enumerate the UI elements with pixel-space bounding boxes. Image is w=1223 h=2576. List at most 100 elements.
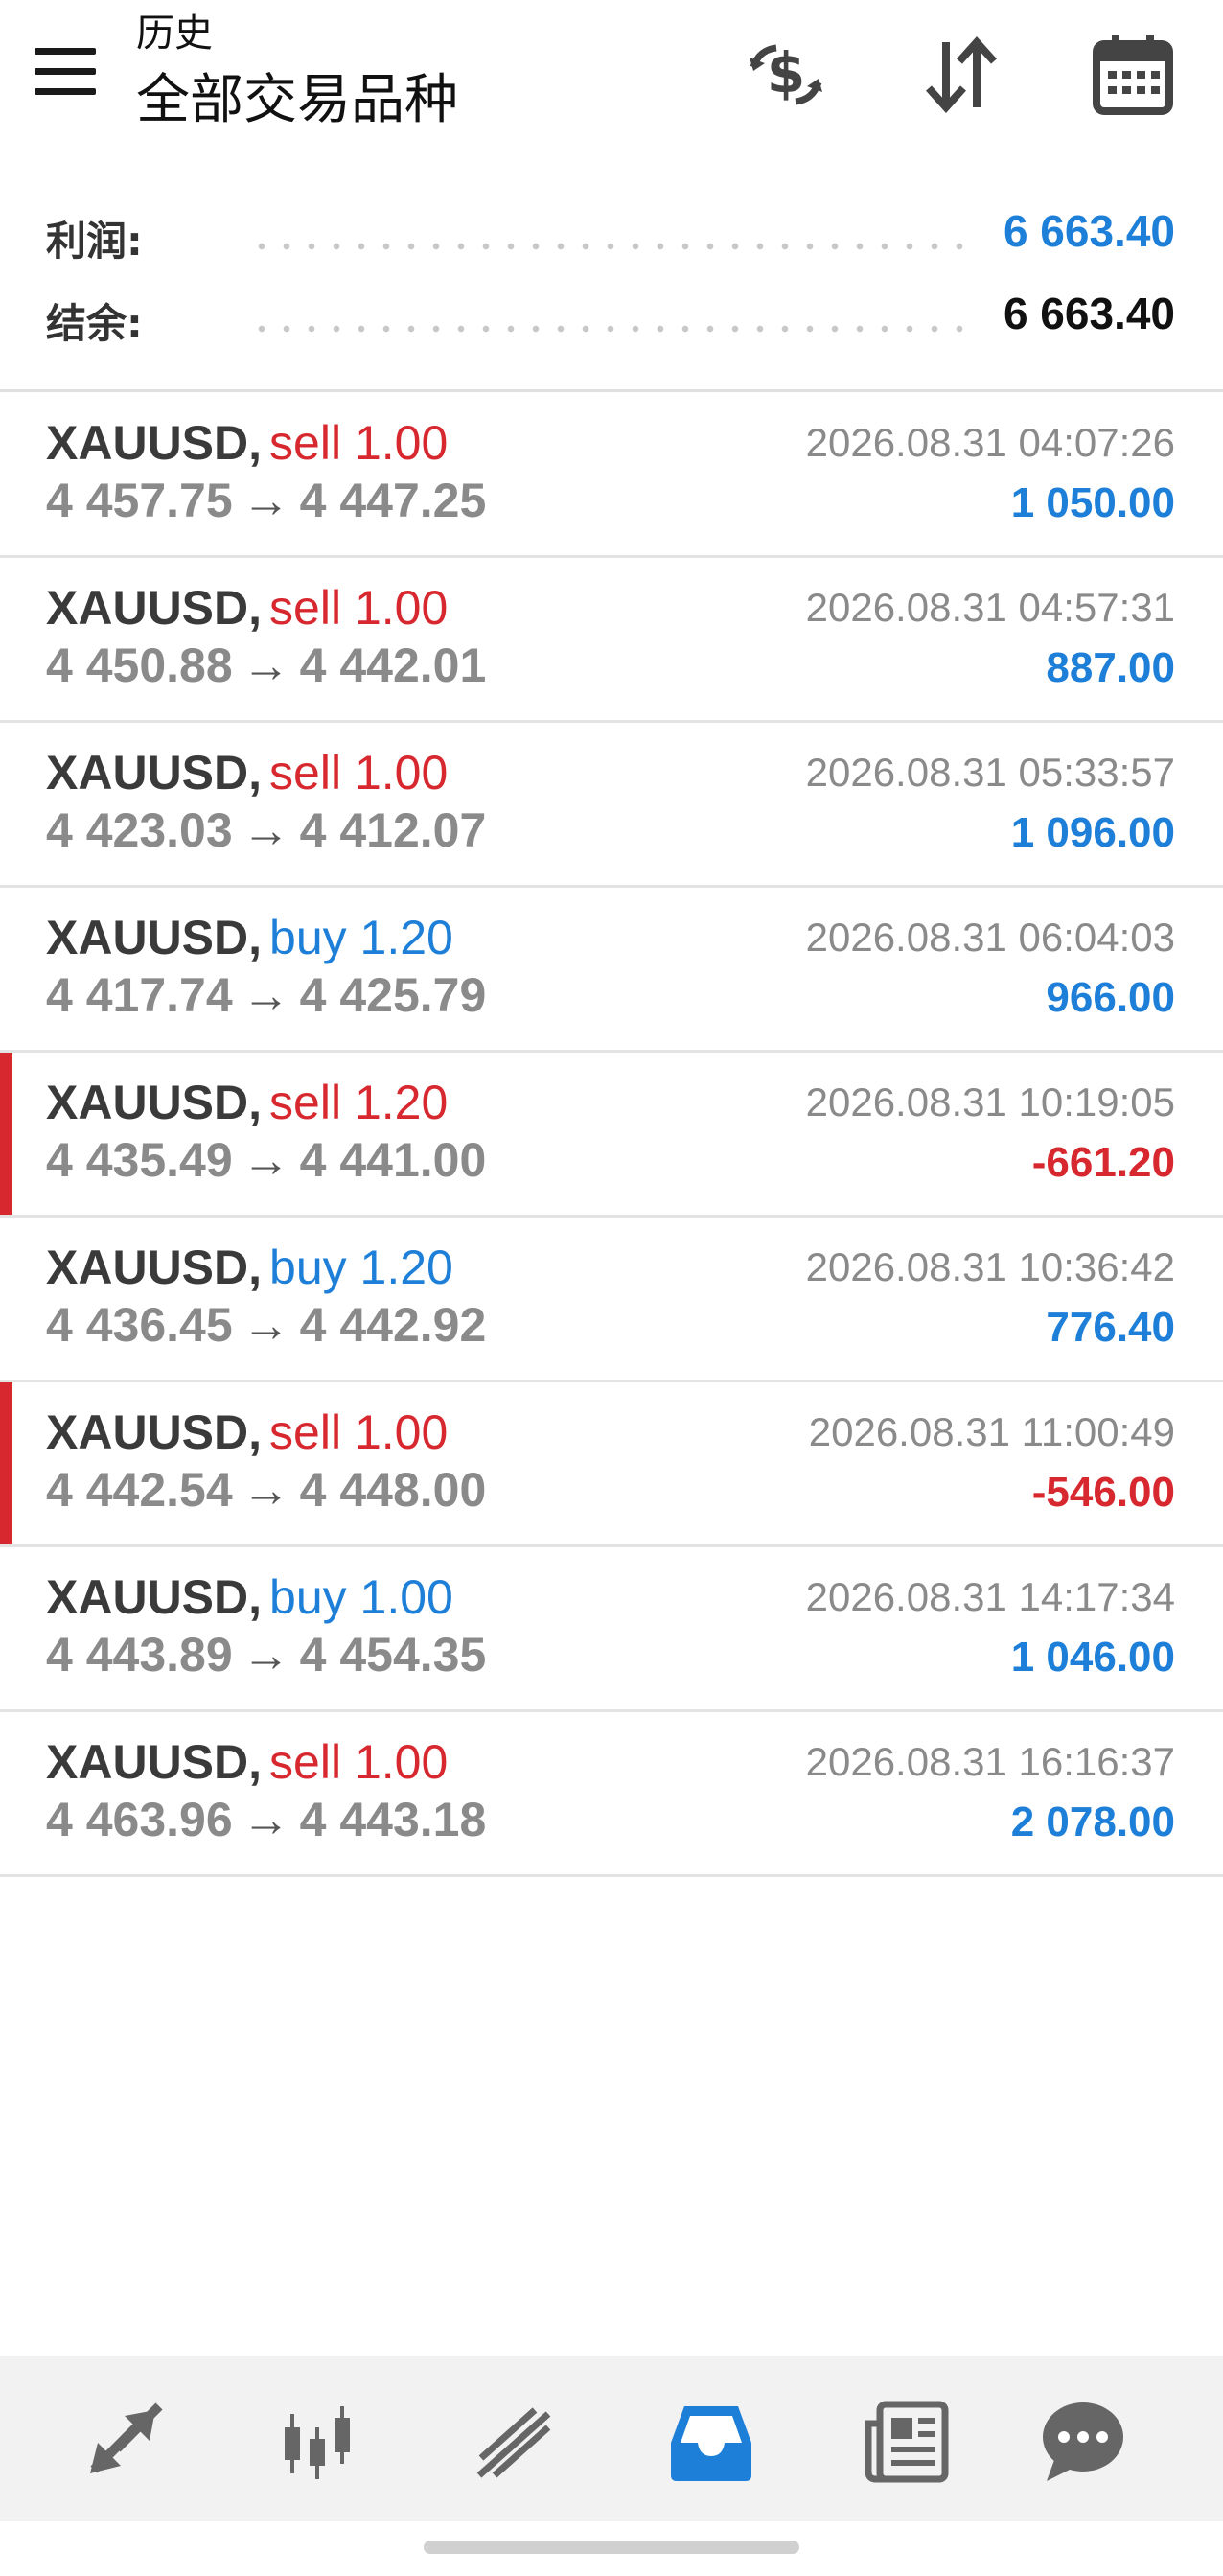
- profit-label: 利润:: [46, 218, 143, 265]
- close-price: 4 442.01: [299, 638, 487, 692]
- trade-time: 2026.08.31 10:19:05: [805, 1079, 1175, 1125]
- trade-profit: 776.40: [1046, 1304, 1175, 1351]
- balance-value: 6 663.40: [1003, 289, 1175, 338]
- trade-symbol: XAUUSD,: [46, 911, 263, 964]
- open-price: 4 436.45: [46, 1298, 233, 1352]
- trade-row[interactable]: XAUUSD, buy 1.20 4 417.74 → 4 425.79 2026.0…: [0, 888, 1223, 1053]
- trade-side-volume: sell 1.00: [269, 416, 449, 470]
- trade-title: XAUUSD, sell 1.20: [46, 1074, 448, 1131]
- trade-side-volume: buy 1.00: [269, 1570, 453, 1624]
- trade-prices: 4 450.88 → 4 442.01: [46, 637, 486, 694]
- dotted-leader: [249, 243, 964, 250]
- open-price: 4 417.74: [46, 968, 233, 1022]
- loss-marker: [0, 1382, 12, 1544]
- open-price: 4 442.54: [46, 1463, 233, 1517]
- trade-row[interactable]: XAUUSD, sell 1.00 4 463.96 → 4 443.18 2026.…: [0, 1712, 1223, 1877]
- trade-profit: 1 046.00: [1010, 1634, 1175, 1681]
- trade-prices: 4 436.45 → 4 442.92: [46, 1296, 486, 1354]
- trade-symbol: XAUUSD,: [46, 1405, 263, 1459]
- trade-title: XAUUSD, sell 1.00: [46, 744, 448, 801]
- loss-marker: [0, 1053, 12, 1215]
- open-price: 4 463.96: [46, 1793, 233, 1846]
- trade-time: 2026.08.31 06:04:03: [805, 915, 1175, 960]
- bottom-nav: [0, 2356, 1223, 2521]
- open-price: 4 423.03: [46, 803, 233, 857]
- trade-side-volume: buy 1.20: [269, 911, 453, 964]
- close-price: 4 443.18: [299, 1793, 487, 1846]
- trade-symbol: XAUUSD,: [46, 1076, 263, 1129]
- trade-prices: 4 442.54 → 4 448.00: [46, 1461, 486, 1519]
- arrow-right-icon: →: [242, 474, 290, 527]
- home-indicator[interactable]: [424, 2541, 799, 2554]
- arrow-right-icon: →: [242, 968, 290, 1022]
- page-title[interactable]: 全部交易品种: [136, 67, 458, 134]
- header-subtitle: 历史: [136, 12, 213, 56]
- close-price: 4 448.00: [299, 1463, 487, 1517]
- arrow-right-icon: →: [242, 1133, 290, 1187]
- arrow-right-icon: →: [242, 638, 290, 692]
- app-header: 历史 全部交易品种 $: [0, 0, 1223, 163]
- close-price: 4 425.79: [299, 968, 487, 1022]
- arrow-right-icon: →: [242, 1793, 290, 1846]
- trade-row[interactable]: XAUUSD, buy 1.20 4 436.45 → 4 442.92 2026.0…: [0, 1218, 1223, 1382]
- menu-icon[interactable]: [35, 48, 96, 96]
- trade-prices: 4 463.96 → 4 443.18: [46, 1791, 486, 1848]
- trade-title: XAUUSD, sell 1.00: [46, 579, 448, 637]
- close-price: 4 447.25: [299, 474, 487, 527]
- trade-profit: 966.00: [1046, 974, 1175, 1021]
- open-price: 4 435.49: [46, 1133, 233, 1187]
- candlestick-icon[interactable]: [271, 2395, 363, 2487]
- arrow-right-icon: →: [242, 803, 290, 857]
- trade-lines-icon[interactable]: [468, 2395, 560, 2487]
- trade-profit: 1 096.00: [1010, 809, 1175, 856]
- trade-side-volume: sell 1.00: [269, 746, 449, 800]
- trade-side-volume: buy 1.20: [269, 1241, 453, 1294]
- trade-symbol: XAUUSD,: [46, 416, 263, 470]
- calendar-icon[interactable]: [1087, 29, 1179, 121]
- trade-row[interactable]: XAUUSD, sell 1.00 4 423.03 → 4 412.07 2026.…: [0, 723, 1223, 888]
- trade-symbol: XAUUSD,: [46, 746, 263, 800]
- trade-side-volume: sell 1.00: [269, 581, 449, 635]
- close-price: 4 412.07: [299, 803, 487, 857]
- arrow-right-icon: →: [242, 1463, 290, 1517]
- trade-profit: 2 078.00: [1010, 1799, 1175, 1845]
- trade-row[interactable]: XAUUSD, sell 1.00 4 457.75 → 4 447.25 2026.…: [0, 393, 1223, 558]
- trade-symbol: XAUUSD,: [46, 1241, 263, 1294]
- arrow-right-icon: →: [242, 1628, 290, 1682]
- trade-prices: 4 417.74 → 4 425.79: [46, 966, 486, 1024]
- close-price: 4 441.00: [299, 1133, 487, 1187]
- trade-time: 2026.08.31 04:57:31: [805, 585, 1175, 630]
- open-price: 4 457.75: [46, 474, 233, 527]
- close-price: 4 454.35: [299, 1628, 487, 1682]
- trade-title: XAUUSD, buy 1.20: [46, 909, 453, 966]
- trade-prices: 4 457.75 → 4 447.25: [46, 472, 486, 529]
- trade-title: XAUUSD, sell 1.00: [46, 1733, 448, 1791]
- inbox-history-icon[interactable]: [665, 2395, 757, 2487]
- trade-side-volume: sell 1.20: [269, 1076, 449, 1129]
- trade-time: 2026.08.31 16:16:37: [805, 1739, 1175, 1784]
- arrow-right-icon: →: [242, 1298, 290, 1352]
- quotes-arrows-icon[interactable]: [79, 2395, 171, 2487]
- trade-profit: 887.00: [1046, 644, 1175, 691]
- trade-symbol: XAUUSD,: [46, 1570, 263, 1624]
- trade-side-volume: sell 1.00: [269, 1405, 449, 1459]
- trade-symbol: XAUUSD,: [46, 581, 263, 635]
- trade-time: 2026.08.31 11:00:49: [808, 1409, 1175, 1454]
- balance-row: 结余: 6 663.40: [0, 284, 1223, 351]
- news-icon[interactable]: [861, 2395, 953, 2487]
- trade-profit: -546.00: [1031, 1469, 1175, 1516]
- divider: [0, 389, 1223, 392]
- dotted-leader: [249, 325, 964, 333]
- close-price: 4 442.92: [299, 1298, 487, 1352]
- sort-icon[interactable]: [915, 29, 1007, 121]
- trade-row[interactable]: XAUUSD, buy 1.00 4 443.89 → 4 454.35 2026.0…: [0, 1547, 1223, 1712]
- profit-value: 6 663.40: [1003, 206, 1175, 256]
- trade-row[interactable]: XAUUSD, sell 1.00 4 442.54 → 4 448.00 2026.…: [0, 1382, 1223, 1547]
- open-price: 4 443.89: [46, 1628, 233, 1682]
- trade-row[interactable]: XAUUSD, sell 1.00 4 450.88 → 4 442.01 2026.…: [0, 558, 1223, 723]
- trade-row[interactable]: XAUUSD, sell 1.20 4 435.49 → 4 441.00 2026.…: [0, 1053, 1223, 1218]
- deposit-dollar-icon[interactable]: $: [740, 29, 832, 121]
- chat-bubble-icon[interactable]: [1037, 2395, 1129, 2487]
- trade-prices: 4 423.03 → 4 412.07: [46, 801, 486, 859]
- trade-title: XAUUSD, sell 1.00: [46, 414, 448, 472]
